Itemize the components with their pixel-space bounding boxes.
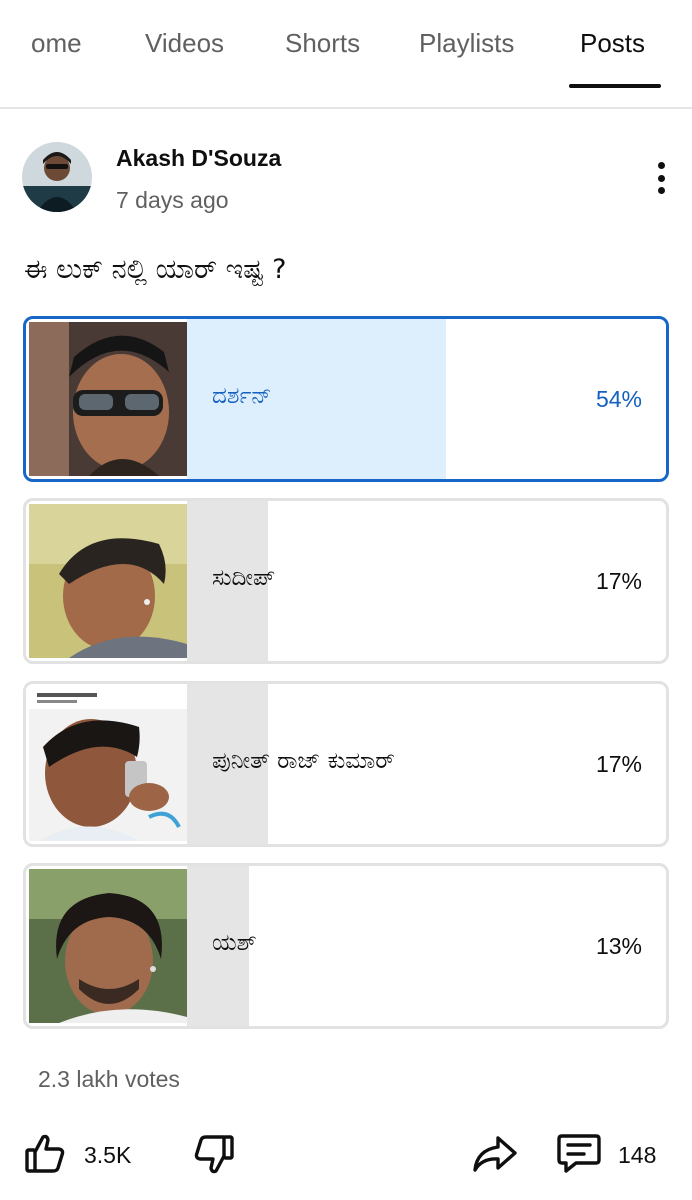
poll-option[interactable]: ಸುದೀಪ್ 17%: [23, 498, 669, 664]
active-tab-indicator: [569, 84, 661, 88]
option-image: [29, 687, 187, 841]
post-time: 7 days ago: [116, 187, 229, 213]
poll-option-percent: 54%: [595, 386, 642, 412]
tab-posts[interactable]: Posts: [580, 28, 645, 59]
thumb-down-icon[interactable]: [193, 1133, 235, 1182]
poll-option[interactable]: ಯಶ್ 13%: [23, 863, 669, 1029]
tab-home[interactable]: ome: [31, 28, 82, 59]
more-vert-icon[interactable]: [648, 158, 674, 198]
poll-option-percent: 17%: [595, 751, 642, 777]
poll-option-label: ದರ್ಶನ್: [212, 383, 272, 409]
poll-vote-count: 2.3 lakh votes: [38, 1066, 180, 1092]
option-image: [29, 322, 187, 476]
author-name[interactable]: Akash D'Souza: [116, 145, 281, 172]
poll-option-label: ಸುದೀಪ್: [212, 565, 276, 591]
comment-count: 148: [618, 1142, 657, 1168]
divider: [0, 107, 692, 109]
option-image: [29, 869, 187, 1023]
poll-option-percent: 17%: [595, 568, 642, 594]
poll-question: ಈ ಲುಕ್ ನಲ್ಲಿ ಯಾರ್ ಇಷ್ಟ ?: [24, 254, 287, 285]
tab-videos[interactable]: Videos: [145, 28, 224, 59]
thumb-up-icon[interactable]: [24, 1131, 66, 1180]
poll-option-label: ಯಶ್: [212, 930, 257, 956]
poll-option[interactable]: ಪುನೀತ್ ರಾಜ್ ಕುಮಾರ್ 17%: [23, 681, 669, 847]
comment-icon[interactable]: [556, 1133, 602, 1180]
author-avatar[interactable]: [22, 142, 92, 212]
tab-shorts[interactable]: Shorts: [285, 28, 360, 59]
poll-option[interactable]: ದರ್ಶನ್ 54%: [23, 316, 669, 482]
like-count: 3.5K: [84, 1142, 132, 1168]
poll-option-percent: 13%: [595, 933, 642, 959]
share-icon[interactable]: [472, 1134, 518, 1179]
poll-option-label: ಪುನೀತ್ ರಾಜ್ ಕುಮಾರ್: [212, 748, 395, 774]
tab-playlists[interactable]: Playlists: [419, 28, 514, 59]
option-image: [29, 504, 187, 658]
channel-tabs: ome Videos Shorts Playlists Posts: [0, 0, 692, 88]
